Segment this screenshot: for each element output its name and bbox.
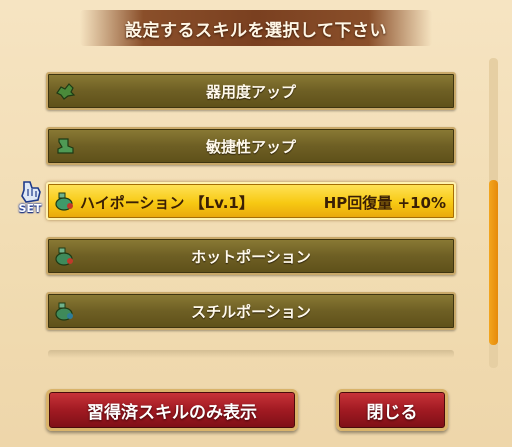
boot-icon: [57, 138, 74, 154]
set-badge: SET: [14, 180, 46, 218]
skill-label: 器用度アップ: [205, 82, 296, 101]
show-learned-only-button[interactable]: 習得済スキルのみ表示: [46, 389, 298, 431]
dialog-title: 設定するスキルを選択して下さい: [125, 20, 387, 41]
potion-icon: [55, 247, 73, 266]
skill-list: 器用度アップ 敏捷性アップ ハイポーション 【Lv.1】 HP回復量 +10%: [44, 58, 464, 358]
list-fade-edge: [48, 350, 454, 358]
skill-row-hi-potion[interactable]: ハイポーション 【Lv.1】 HP回復量 +10%: [46, 182, 456, 220]
potion-icon: [55, 192, 73, 211]
close-label: 閉じる: [366, 402, 418, 423]
set-label: SET: [18, 202, 42, 215]
skill-label: 敏捷性アップ: [205, 137, 296, 156]
scrollbar-thumb[interactable]: [489, 180, 498, 345]
skill-row-agility-up[interactable]: 敏捷性アップ: [46, 127, 456, 165]
skill-label: ホットポーション: [191, 247, 311, 266]
close-button[interactable]: 閉じる: [336, 389, 448, 431]
dialog-header: 設定するスキルを選択して下さい: [80, 10, 432, 46]
potion-icon: [55, 302, 73, 321]
skill-select-panel: 設定するスキルを選択して下さい 器用度アップ 敏捷性アップ ハイポーション 【L…: [0, 0, 512, 447]
skill-row-still-potion[interactable]: スチルポーション: [46, 292, 456, 330]
skill-effect: HP回復量 +10%: [323, 194, 446, 212]
leaf-icon: [56, 83, 76, 100]
skill-row-dexterity-up[interactable]: 器用度アップ: [46, 72, 456, 110]
skill-name: ハイポーション 【Lv.1】: [80, 194, 254, 212]
skill-row-hot-potion[interactable]: ホットポーション: [46, 237, 456, 275]
show-learned-only-label: 習得済スキルのみ表示: [87, 402, 257, 423]
skill-label: スチルポーション: [191, 302, 311, 321]
